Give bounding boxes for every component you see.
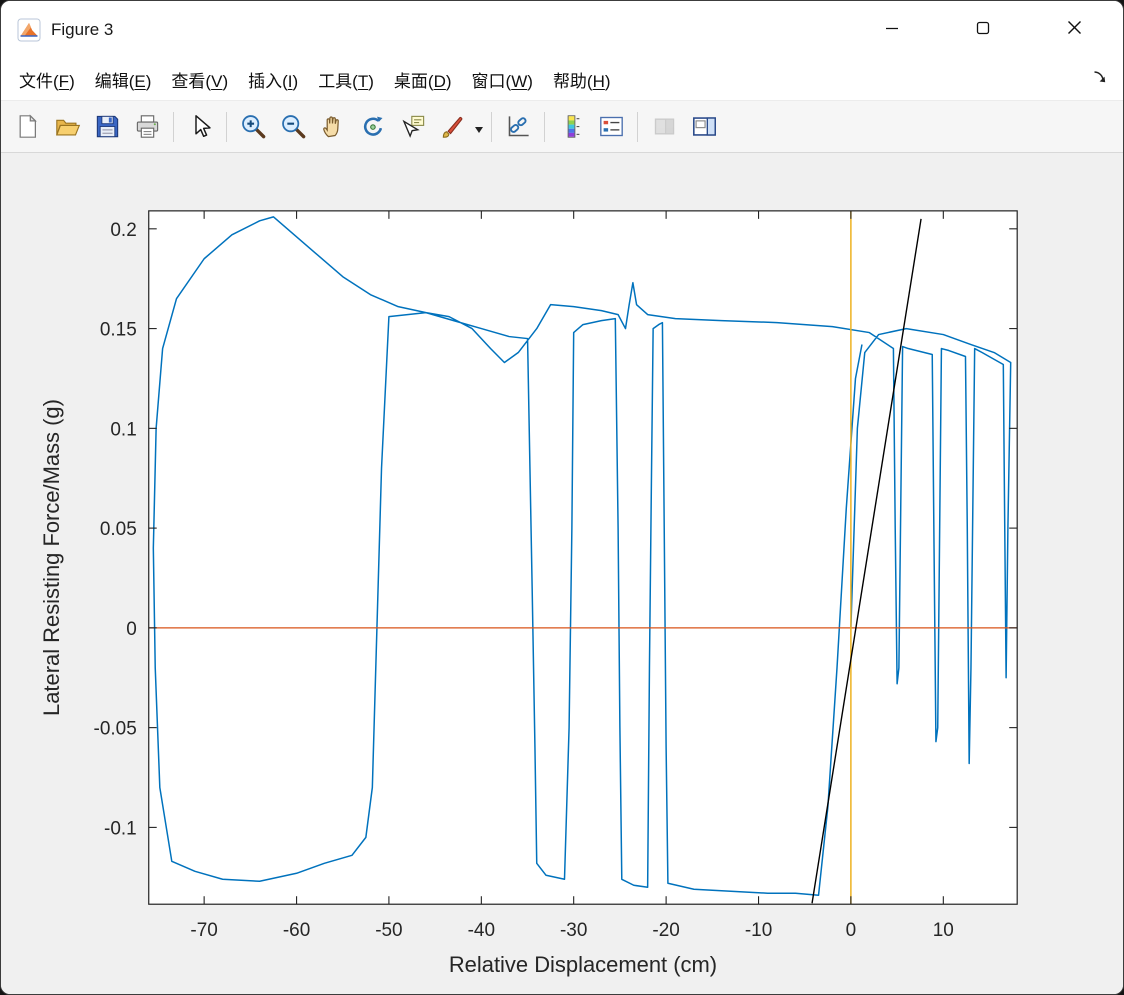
maximize-icon xyxy=(976,21,990,40)
toolbar-separator xyxy=(226,111,227,142)
window-titlebar: Figure 3 xyxy=(1,1,1123,59)
y-tick-label: 0.2 xyxy=(110,220,136,241)
zoom-in-button[interactable] xyxy=(233,107,273,147)
insert-legend-button[interactable] xyxy=(591,107,631,147)
x-tick-label: -10 xyxy=(745,920,772,941)
y-tick-label: -0.05 xyxy=(94,719,137,740)
close-button[interactable] xyxy=(1042,1,1106,59)
save-figure-icon xyxy=(94,113,121,140)
y-axis-label: Lateral Resisting Force/Mass (g) xyxy=(39,399,64,716)
menu-bar: 文件(F) 编辑(E) 查看(V) 插入(I) 工具(T) 桌面(D) 窗口(W) 帮助(H) xyxy=(1,59,1123,101)
y-tick-label: 0.1 xyxy=(110,419,136,440)
x-tick-label: -60 xyxy=(283,920,310,941)
pan-icon xyxy=(320,113,347,140)
menu-item-v[interactable]: 查看(V) xyxy=(161,62,238,97)
toolbar xyxy=(1,101,1123,153)
plot-area[interactable]: -70 -60 -50 -40 -30 -20 -10 0 10 -0.1 -0.05 0 0.05 0.… xyxy=(1,153,1123,994)
x-tick-label: 0 xyxy=(846,920,857,941)
y-tick-label: -0.1 xyxy=(104,818,137,839)
edit-plot-pointer-button[interactable] xyxy=(180,107,220,147)
minimize-icon xyxy=(885,21,899,40)
insert-colorbar-icon xyxy=(558,113,585,140)
toolbar-separator xyxy=(544,111,545,142)
rotate-3d-button[interactable] xyxy=(353,107,393,147)
open-file-icon xyxy=(54,113,81,140)
insert-colorbar-button[interactable] xyxy=(551,107,591,147)
link-plot-button[interactable] xyxy=(498,107,538,147)
menu-item-t[interactable]: 工具(T) xyxy=(308,62,384,97)
print-figure-button[interactable] xyxy=(127,107,167,147)
toolbar-separator xyxy=(637,111,638,142)
open-file-button[interactable] xyxy=(47,107,87,147)
minimize-button[interactable] xyxy=(860,1,924,59)
dock-figure-button[interactable] xyxy=(1089,68,1111,90)
zoom-out-icon xyxy=(280,113,307,140)
data-cursor-icon xyxy=(400,113,427,140)
x-axis-label: Relative Displacement (cm) xyxy=(449,952,717,977)
data-cursor-button[interactable] xyxy=(393,107,433,147)
dock-arrow-icon xyxy=(1092,69,1108,90)
y-tick-label: 0 xyxy=(126,619,137,640)
zoom-out-button[interactable] xyxy=(273,107,313,147)
hide-plot-tools-button xyxy=(644,107,684,147)
x-tick-label: -30 xyxy=(560,920,587,941)
brush-dropdown-caret[interactable] xyxy=(473,107,485,147)
x-tick-label: -70 xyxy=(190,920,217,941)
pan-button[interactable] xyxy=(313,107,353,147)
menu-item-f[interactable]: 文件(F) xyxy=(9,62,85,97)
hide-plot-tools-icon xyxy=(651,113,678,140)
save-figure-button[interactable] xyxy=(87,107,127,147)
show-plot-tools-icon xyxy=(691,113,718,140)
toolbar-separator xyxy=(173,111,174,142)
window-controls xyxy=(860,1,1123,59)
zoom-in-icon xyxy=(240,113,267,140)
x-tick-label: -40 xyxy=(468,920,495,941)
menu-item-w[interactable]: 窗口(W) xyxy=(462,62,543,97)
toolbar-separator xyxy=(491,111,492,142)
show-plot-tools-button[interactable] xyxy=(684,107,724,147)
new-figure-button[interactable] xyxy=(7,107,47,147)
matlab-figure-window: Figure 3 文件(F) 编辑(E) 查看(V) 插入(I) 工具(T) 桌面(D) 窗… xyxy=(0,0,1124,995)
figure-canvas: -70 -60 -50 -40 -30 -20 -10 0 10 -0.1 -0.05 0 0.05 0.… xyxy=(1,153,1123,994)
rotate-3d-icon xyxy=(360,113,387,140)
link-plot-icon xyxy=(505,113,532,140)
x-tick-label: -20 xyxy=(652,920,679,941)
maximize-button[interactable] xyxy=(951,1,1015,59)
menu-item-d[interactable]: 桌面(D) xyxy=(384,62,462,97)
print-figure-icon xyxy=(134,113,161,140)
close-icon xyxy=(1067,20,1082,40)
new-figure-icon xyxy=(14,113,41,140)
menu-item-e[interactable]: 编辑(E) xyxy=(85,62,162,97)
x-tick-label: 10 xyxy=(933,920,954,941)
axes-background xyxy=(148,210,1018,905)
insert-legend-icon xyxy=(598,113,625,140)
matlab-figure-icon xyxy=(17,18,41,42)
window-title: Figure 3 xyxy=(51,20,114,39)
menu-item-i[interactable]: 插入(I) xyxy=(238,62,308,97)
y-tick-label: 0.15 xyxy=(100,320,137,341)
menu-item-h[interactable]: 帮助(H) xyxy=(543,62,621,97)
edit-plot-pointer-icon xyxy=(187,113,214,140)
brush-data-icon xyxy=(440,113,467,140)
y-tick-label: 0.05 xyxy=(100,519,137,540)
brush-data-button[interactable] xyxy=(433,107,473,147)
x-tick-label: -50 xyxy=(375,920,402,941)
